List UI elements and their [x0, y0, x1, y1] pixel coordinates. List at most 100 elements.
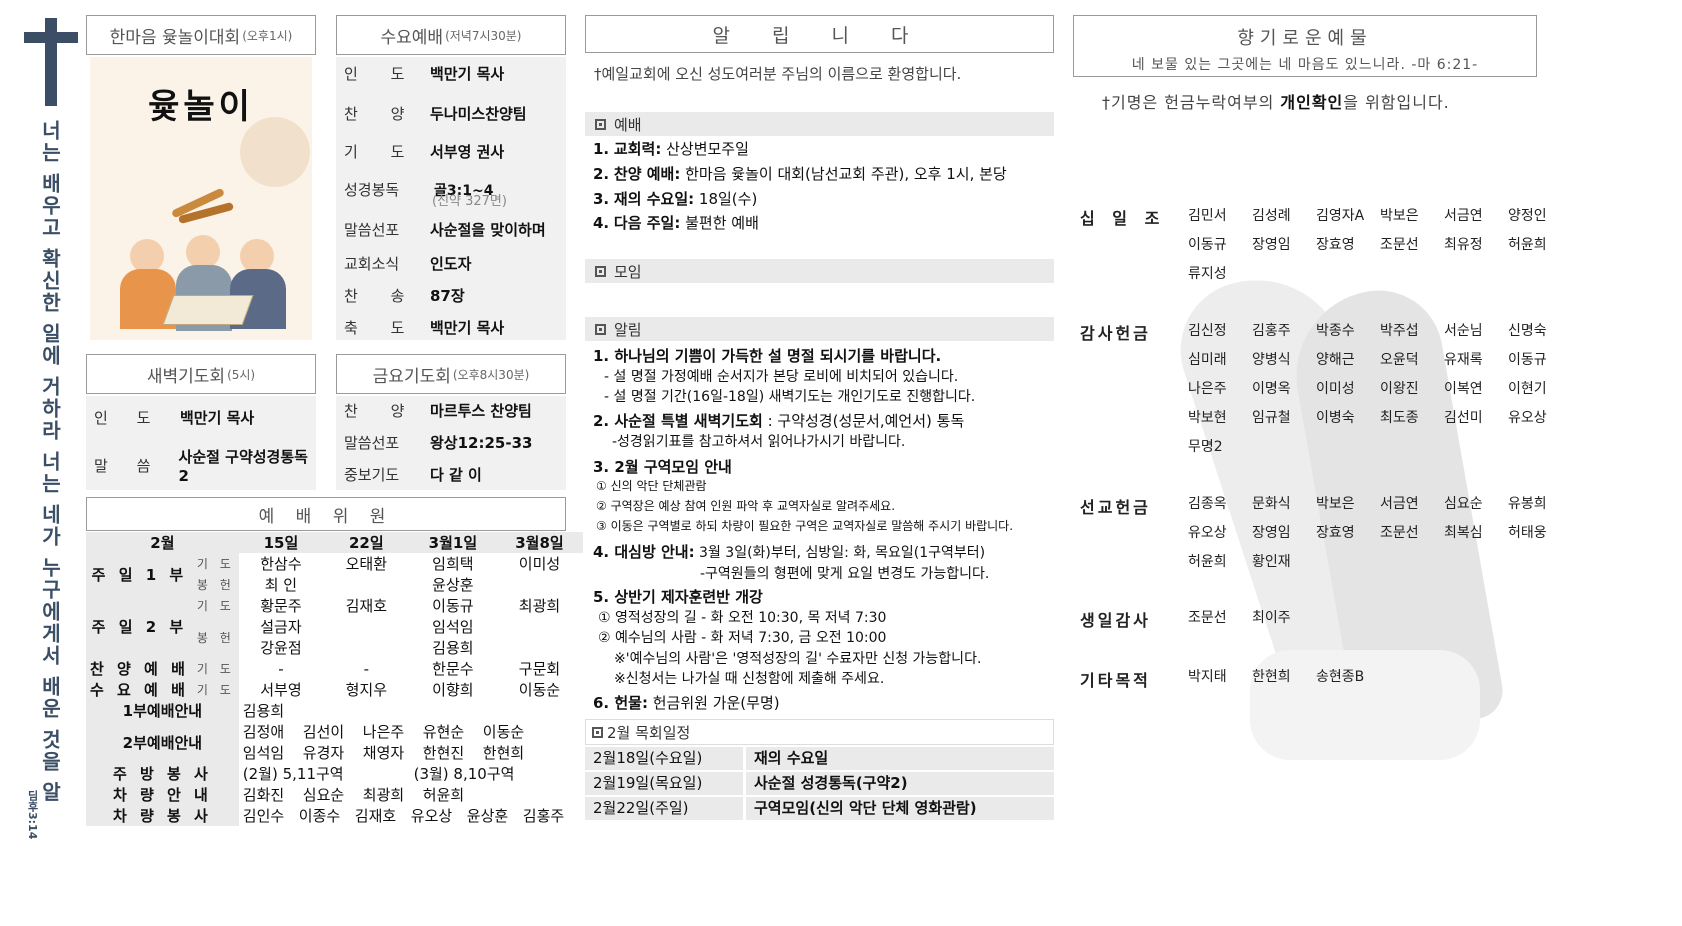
- wed-label: 찬 송: [344, 287, 419, 305]
- carserv-name: 유오상: [410, 807, 453, 825]
- news-item: 4. 대심방 안내: 3월 3일(화)부터, 심방일: 화, 목요일(1구역부터…: [593, 541, 985, 562]
- committee-cell: 한삼수: [260, 555, 302, 573]
- donor-name: 김민서: [1188, 208, 1227, 224]
- dawn-value: 사순절 구약성경통독2: [178, 447, 308, 485]
- committee-cell: 최 인: [264, 576, 298, 594]
- wed-title: 수요예배: [380, 27, 444, 48]
- yut-poster: 윷놀이: [90, 57, 312, 340]
- committee-header: 15일: [263, 534, 299, 552]
- sched-date: 2월18일(수요일): [585, 747, 743, 770]
- worship-num: 1.: [593, 140, 610, 158]
- news-sub: - 설 명절 기간(16일-18일) 새벽기도는 개인기도로 진행합니다.: [604, 389, 976, 405]
- yut-title: 한마음 윷놀이대회: [109, 27, 241, 48]
- committee-cell: 김용희: [242, 702, 285, 720]
- yut-board: [162, 295, 254, 325]
- committee-cell: 김정애 김선이 나은주 유현순 이동순: [239, 721, 583, 742]
- wed-label: 성경봉독: [344, 181, 400, 199]
- worship-text: 18일(수): [694, 190, 758, 208]
- worship-head: 예배: [585, 112, 1054, 136]
- donor-name: 조문선: [1380, 237, 1419, 253]
- side-verse-ref: 딤후3:14: [26, 790, 39, 840]
- worship-key: 재의 수요일:: [613, 190, 695, 208]
- dawn-box: 인 도 백만기 목사 말 씀 사순절 구약성경통독2: [86, 396, 316, 490]
- worship-num: 2.: [593, 165, 610, 183]
- donor-name: 김성례: [1252, 208, 1291, 224]
- wed-label: 축 도: [344, 319, 419, 337]
- committee-cell: 주 일 2 부: [86, 595, 193, 658]
- p2-name: 한현진: [422, 744, 465, 762]
- committee-cell: 김재호: [345, 597, 388, 615]
- donor-name: 임규철: [1252, 410, 1291, 426]
- donor-name: 박주섭: [1380, 323, 1419, 339]
- news-sub: ③ 이동은 구역별로 하되 차량이 필요한 구역은 교역자실로 말씀해 주시기 …: [596, 519, 1014, 533]
- committee-header: 22일: [348, 534, 384, 552]
- worship-item: 3. 재의 수요일: 18일(수): [593, 188, 757, 209]
- worship-item: 4. 다음 주일: 불편한 예배: [593, 212, 759, 233]
- committee-cell: 강윤점: [260, 639, 302, 657]
- news-sub: ② 구역장은 예상 참여 인원 파악 후 교역자실로 알려주세요.: [596, 499, 896, 513]
- poster-flower: [240, 117, 310, 187]
- offering-note-c: 을 위함입니다.: [1343, 93, 1450, 112]
- donor-name: 송현종B: [1316, 669, 1365, 685]
- fri-value: 마르투스 찬양팀: [430, 402, 532, 420]
- offering-label: 기타목적: [1080, 671, 1151, 690]
- news-text: 헌금위원 가운(무명): [647, 694, 780, 712]
- donor-name: 류지성: [1188, 266, 1227, 282]
- worship-text: 산상변모주일: [661, 140, 749, 158]
- family-figure: [186, 235, 220, 269]
- wed-value: 서부영 권사: [430, 143, 505, 161]
- news-sub: -구역원들의 형편에 맞게 요일 변경도 가능합니다.: [700, 566, 990, 582]
- sched-event: 구역모임(신의 악단 단체 영화관람): [746, 797, 1054, 820]
- yut-time: (오후1시): [242, 28, 293, 43]
- donor-name: 심요순: [1444, 496, 1483, 512]
- worship-key: 교회력:: [613, 140, 662, 158]
- committee-cell: 2부예배안내: [86, 721, 239, 763]
- wed-value: 백만기 목사: [430, 319, 505, 337]
- offering-label: 감사헌금: [1080, 324, 1151, 343]
- news-text: : 구약성경(성문서,예언서) 통독: [762, 412, 965, 430]
- committee-cell: [323, 616, 410, 637]
- fri-time: (오후8시30분): [452, 367, 530, 382]
- donor-name: 최복심: [1444, 525, 1483, 541]
- dawn-value: 백만기 목사: [180, 408, 255, 427]
- donor-name: 서금연: [1380, 496, 1419, 512]
- car-name: 허윤희: [422, 786, 465, 804]
- donor-name: 나은주: [1188, 381, 1227, 397]
- car-name: 심요순: [302, 786, 345, 804]
- worship-num: 3.: [593, 190, 610, 208]
- square-icon: [595, 323, 606, 335]
- worship-text: 한마음 윷놀이 대회(남선교회 주관), 오후 1시, 본당: [680, 165, 1007, 183]
- donor-name: 조문선: [1380, 525, 1419, 541]
- sched-row: 2월18일(수요일) 재의 수요일: [585, 747, 1054, 770]
- offering-title-box: 향기로운예물 네 보물 있는 그곳에는 네 마음도 있느니라. -마 6:21-: [1073, 15, 1537, 77]
- wed-label: 기 도: [344, 143, 419, 161]
- wed-value: 두나미스찬양팀: [430, 105, 527, 123]
- wed-time: (저녁7시30분): [445, 28, 522, 43]
- committee-cell: [496, 574, 583, 595]
- committee-cell: 서부영: [260, 681, 302, 699]
- offering-label: 선교헌금: [1080, 498, 1151, 517]
- sched-row: 2월19일(목요일) 사순절 성경통독(구약2): [585, 772, 1054, 795]
- donor-name: 신명숙: [1508, 323, 1547, 339]
- committee-cell: [496, 616, 583, 637]
- news-key: 6. 헌물:: [593, 694, 648, 712]
- donor-name: 이동규: [1188, 237, 1227, 253]
- donor-name: 이복연: [1444, 381, 1483, 397]
- donor-name: 허윤희: [1508, 237, 1547, 253]
- donor-name: 황인재: [1252, 554, 1291, 570]
- worship-key: 찬양 예배:: [613, 165, 681, 183]
- donor-name: 양해근: [1316, 352, 1355, 368]
- committee-cell: 임희택: [432, 555, 474, 573]
- news-key: 4. 대심방 안내:: [593, 543, 695, 561]
- dawn-label: 인 도: [94, 408, 163, 427]
- committee-cell: 기 도: [192, 679, 239, 700]
- offering-label: 생일감사: [1080, 611, 1151, 630]
- news-sub: ① 신의 악단 단체관람: [596, 479, 707, 493]
- wed-title-box: 수요예배 (저녁7시30분): [336, 15, 566, 55]
- donor-name: 유오상: [1508, 410, 1547, 426]
- donor-name: 박보현: [1188, 410, 1227, 426]
- committee-cell: 오태환: [345, 555, 388, 573]
- donor-name: 유봉희: [1508, 496, 1547, 512]
- car-name: 최광희: [362, 786, 405, 804]
- fri-label: 말씀선포: [344, 434, 400, 452]
